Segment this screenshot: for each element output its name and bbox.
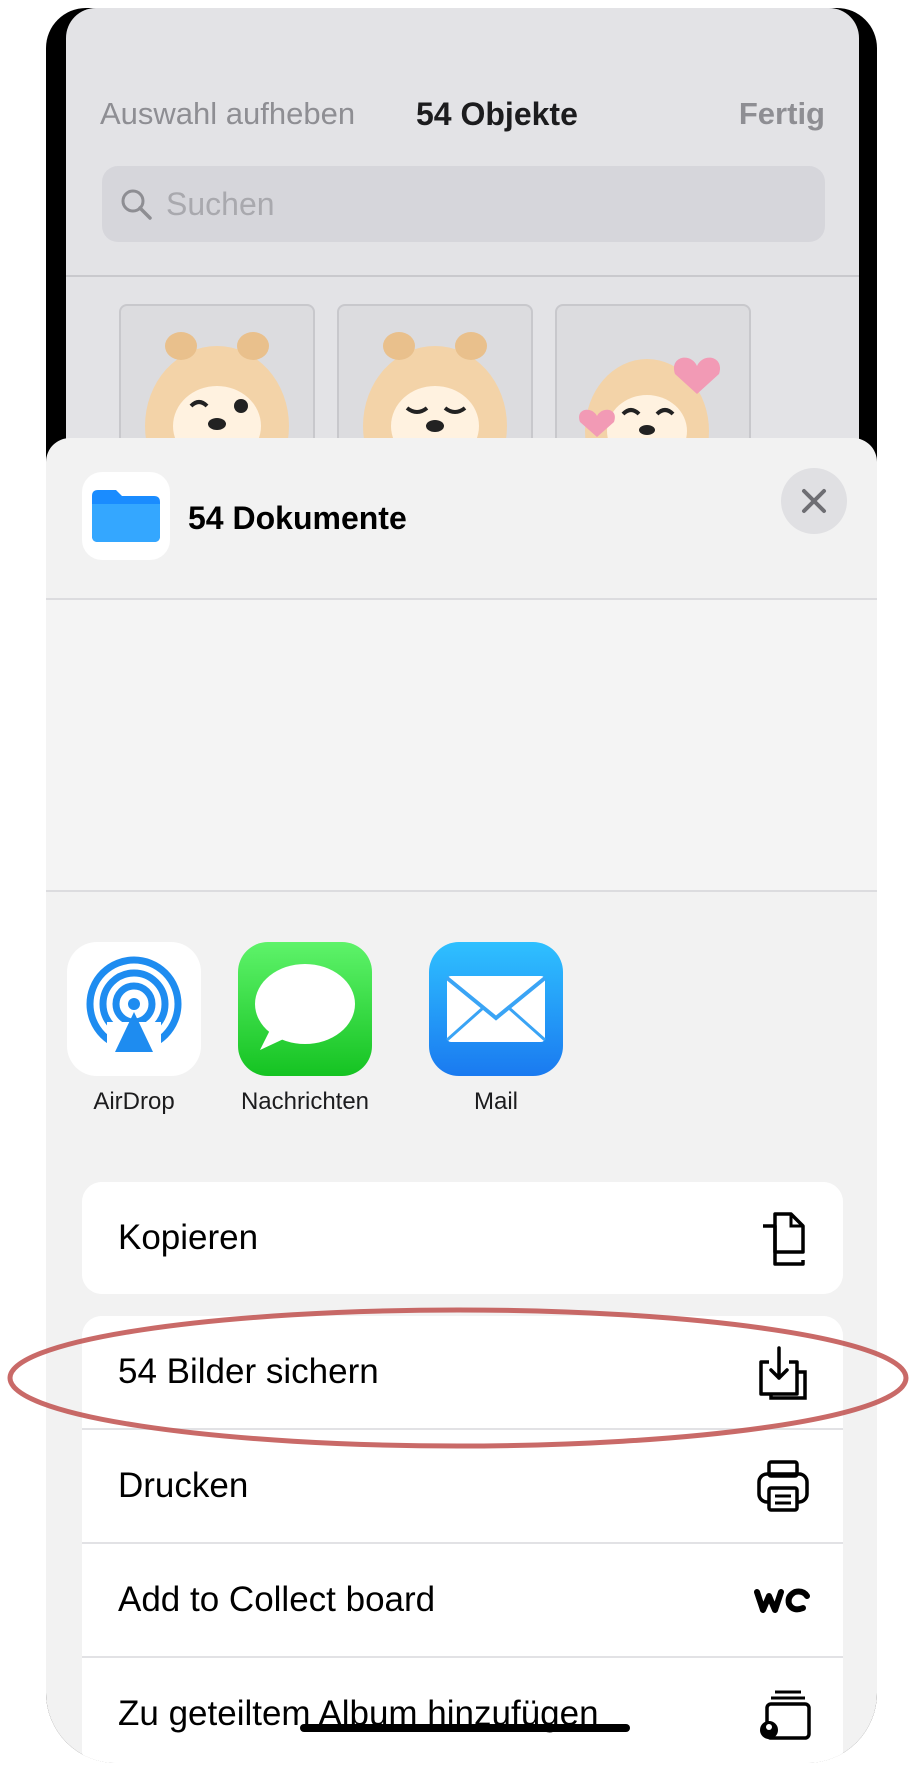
action-print[interactable]: Drucken	[82, 1430, 843, 1544]
save-image-icon	[759, 1346, 807, 1400]
deselect-button[interactable]: Auswahl aufheben	[100, 96, 355, 132]
messages-icon	[238, 942, 372, 1076]
mail-icon	[429, 942, 563, 1076]
action-label: 54 Bilder sichern	[118, 1352, 379, 1391]
separator	[46, 890, 877, 892]
airdrop-icon	[67, 942, 201, 1076]
file-thumbnail	[82, 472, 170, 560]
share-apps-row: AirDrop Nachrichten Mail	[46, 942, 877, 1132]
home-indicator	[300, 1724, 630, 1732]
action-copy[interactable]: Kopieren	[82, 1182, 843, 1294]
folder-icon	[92, 490, 160, 542]
action-list: Kopieren 54 Bilder sichern Drucken Add t…	[82, 1182, 843, 1763]
shared-album-icon	[760, 1690, 811, 1740]
search-field[interactable]: Suchen	[102, 166, 825, 242]
app-label: Mail	[473, 1088, 518, 1115]
close-button[interactable]	[781, 468, 847, 534]
search-placeholder: Suchen	[166, 186, 275, 222]
contacts-suggestions-area	[46, 600, 877, 890]
divider	[66, 275, 859, 277]
search-icon	[121, 189, 152, 220]
phone-frame: Auswahl aufheben 54 Objekte Fertig Suche…	[46, 8, 877, 1763]
app-label: Nachrichten	[240, 1088, 370, 1115]
share-sheet: 54 Dokumente AirDrop Nachrichten Mail Ko…	[46, 438, 877, 1763]
app-mail[interactable]: Mail	[426, 942, 566, 1116]
action-save-images[interactable]: 54 Bilder sichern	[82, 1316, 843, 1430]
selection-count: 54 Objekte	[416, 96, 578, 132]
action-label: Kopieren	[118, 1218, 259, 1257]
action-group: 54 Bilder sichern Drucken Add to Collect…	[82, 1316, 843, 1763]
action-group: Kopieren	[82, 1182, 843, 1294]
we-collect-icon	[754, 1588, 810, 1613]
action-label: Add to Collect board	[118, 1580, 436, 1619]
action-shared-album[interactable]: Zu geteiltem Album hinzufügen	[82, 1658, 843, 1763]
done-button[interactable]: Fertig	[739, 96, 825, 132]
action-label: Drucken	[118, 1466, 249, 1505]
background-files-app: Auswahl aufheben 54 Objekte Fertig Suche…	[66, 8, 859, 498]
copy-icon	[763, 1212, 805, 1266]
sheet-title: 54 Dokumente	[188, 500, 407, 536]
selection-toolbar: Auswahl aufheben 54 Objekte Fertig	[66, 96, 859, 146]
share-sheet-header: 54 Dokumente	[46, 438, 877, 598]
close-icon	[802, 489, 826, 513]
app-label: AirDrop	[93, 1088, 175, 1115]
action-collect-board[interactable]: Add to Collect board	[82, 1544, 843, 1658]
print-icon	[757, 1460, 809, 1512]
app-airdrop[interactable]: AirDrop	[64, 942, 204, 1116]
app-messages[interactable]: Nachrichten	[235, 942, 375, 1116]
